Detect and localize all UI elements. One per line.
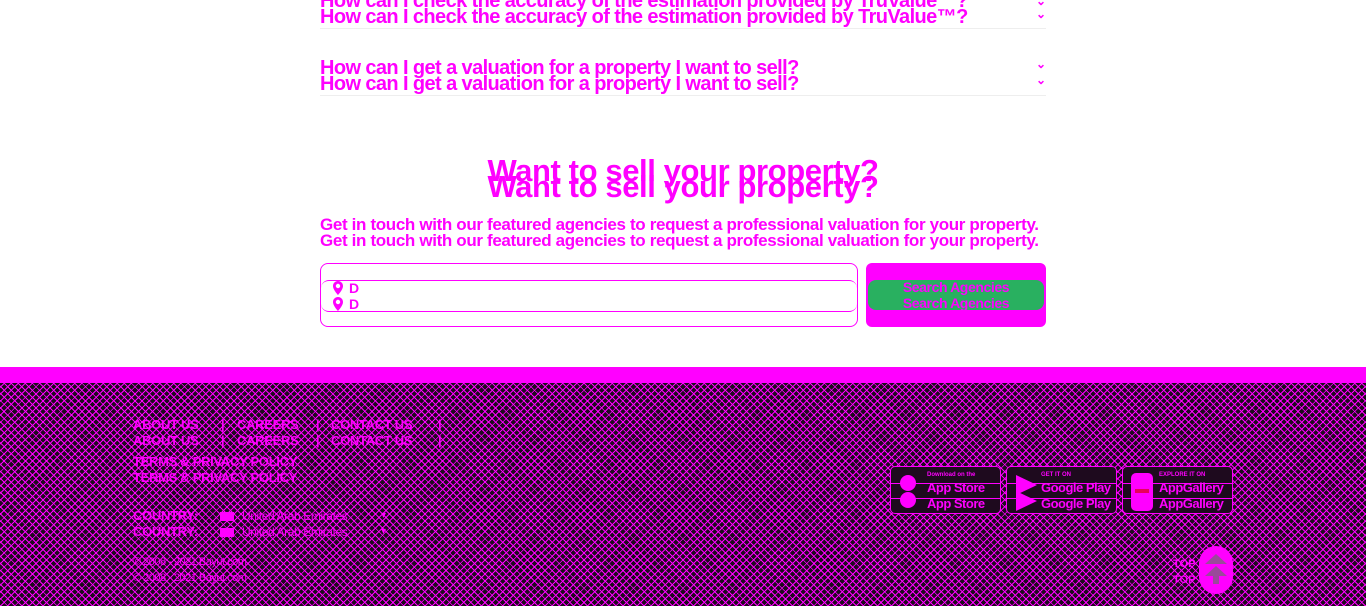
- chevron-down-icon[interactable]: ▾: [381, 508, 386, 524]
- chevron-down-icon[interactable]: ⌄: [1036, 72, 1046, 88]
- copyright: © 2008 - 2021 Bayut.com: [133, 572, 247, 584]
- footer-separator: |: [438, 417, 442, 432]
- faq-list: How can I get a valuation for a property…: [320, 56, 1046, 96]
- badge-caption: Download on the: [927, 472, 976, 478]
- back-to-top-button[interactable]: [1199, 546, 1233, 594]
- copyright: © 2008 - 2021 Bayut.com: [133, 556, 247, 568]
- badge-title: Google Play: [1041, 480, 1111, 495]
- badge-caption: GET IT ON: [1041, 472, 1071, 478]
- back-to-top-label[interactable]: TOP: [1173, 556, 1195, 572]
- footer-link-terms[interactable]: TERMS & PRIVACY POLICY: [133, 470, 297, 486]
- footer-link-careers[interactable]: CAREERS: [237, 417, 299, 433]
- footer-link-about[interactable]: ABOUT US: [133, 433, 199, 449]
- location-pin-icon: [333, 281, 343, 295]
- footer-separator: |: [221, 433, 225, 448]
- huawei-icon: [1131, 473, 1153, 511]
- footer-link-about[interactable]: ABOUT US: [133, 417, 199, 433]
- footer-link-contact[interactable]: CONTACT US: [331, 417, 413, 433]
- arrow-up-icon: [1205, 554, 1227, 584]
- uae-flag-icon: [220, 528, 234, 537]
- badge-caption: EXPLORE IT ON: [1159, 472, 1206, 478]
- chevron-down-icon[interactable]: ⌄: [1036, 6, 1046, 22]
- sell-description: Get in touch with our featured agencies …: [320, 231, 1039, 250]
- search-button-label: Search Agencies: [902, 279, 1010, 295]
- faq-item-accuracy[interactable]: How can I check the accuracy of the esti…: [320, 0, 1046, 29]
- badge-title: Google Play: [1041, 496, 1111, 511]
- faq-question: How can I get a valuation for a property…: [320, 73, 799, 95]
- badge-title: AppGallery: [1159, 480, 1224, 495]
- search-agencies-button[interactable]: Search Agencies Search Agencies: [866, 263, 1046, 327]
- uae-flag-icon: [220, 512, 234, 521]
- faq-list: How can I check the accuracy of the esti…: [320, 0, 1046, 29]
- search-value: D: [349, 296, 360, 312]
- location-search-input[interactable]: D D: [320, 263, 858, 327]
- badge-title: AppGallery: [1159, 496, 1224, 511]
- apple-icon: [900, 475, 916, 508]
- back-to-top-label[interactable]: TOP: [1173, 572, 1195, 588]
- location-pin-icon: [333, 297, 343, 311]
- play-icon: [1016, 475, 1037, 511]
- search-button-label: Search Agencies: [902, 295, 1010, 311]
- google-play-badge[interactable]: GET IT ON Google Play Google Play: [1006, 466, 1117, 514]
- search-input-inner: [321, 280, 857, 312]
- footer-separator: |: [316, 433, 320, 448]
- footer-top-bar: [0, 367, 1366, 383]
- sell-title: Want to sell your property?: [487, 169, 879, 204]
- footer-separator: |: [316, 417, 320, 432]
- faq-item-valuation[interactable]: How can I get a valuation for a property…: [320, 56, 1046, 96]
- badge-title: App Store: [927, 496, 985, 511]
- app-store-badge[interactable]: Download on the App Store App Store: [890, 466, 1001, 514]
- faq-question: How can I check the accuracy of the esti…: [320, 6, 968, 28]
- footer-separator: |: [438, 433, 442, 448]
- footer-separator: |: [221, 417, 225, 432]
- search-row: D: [333, 280, 359, 296]
- country-selector[interactable]: United Arab Emirates: [242, 508, 348, 524]
- chevron-down-icon[interactable]: ▾: [381, 524, 386, 540]
- footer-link-terms[interactable]: TERMS & PRIVACY POLICY: [133, 454, 297, 470]
- badge-title: App Store: [927, 480, 985, 495]
- chevron-down-icon[interactable]: ⌄: [1036, 56, 1046, 72]
- search-value: D: [349, 280, 360, 296]
- country-selector[interactable]: United Arab Emirates: [242, 524, 348, 540]
- app-gallery-badge[interactable]: EXPLORE IT ON AppGallery AppGallery: [1122, 466, 1233, 514]
- country-label: COUNTRY:: [133, 508, 198, 523]
- search-row: D: [333, 296, 359, 312]
- footer-link-careers[interactable]: CAREERS: [237, 433, 299, 449]
- footer-link-contact[interactable]: CONTACT US: [331, 433, 413, 449]
- country-label: COUNTRY:: [133, 524, 198, 539]
